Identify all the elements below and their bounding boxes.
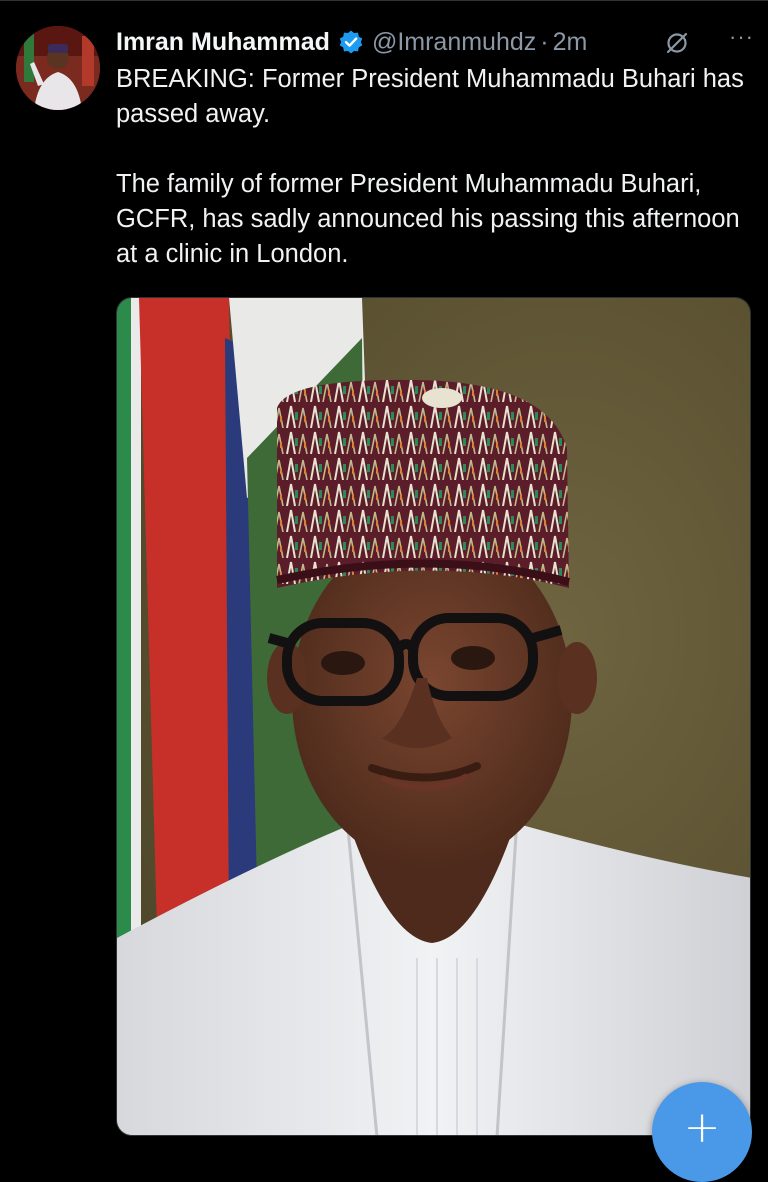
compose-button[interactable]: +: [652, 1082, 752, 1182]
grok-icon[interactable]: [664, 30, 690, 56]
separator-dot: ·: [540, 27, 549, 56]
avatar[interactable]: [16, 26, 100, 110]
author-handle[interactable]: @Imranmuhdz: [372, 28, 536, 57]
post-paragraph: The family of former President Muhammadu…: [116, 170, 740, 268]
post-image[interactable]: [116, 297, 751, 1136]
post[interactable]: Imran Muhammad @Imranmuhdz · 2m ··· BREA…: [0, 0, 768, 1146]
post-timestamp[interactable]: 2m: [553, 28, 588, 57]
author-name[interactable]: Imran Muhammad: [116, 28, 330, 57]
post-paragraph: BREAKING: Former President Muhammadu Buh…: [116, 65, 744, 128]
post-text: BREAKING: Former President Muhammadu Buh…: [116, 62, 746, 272]
compose-plus-icon: +: [683, 1102, 721, 1153]
verified-badge-icon: [338, 29, 364, 55]
more-icon[interactable]: ···: [729, 24, 754, 50]
divider: [0, 0, 768, 1]
portrait-photo: [117, 298, 750, 1135]
post-header: Imran Muhammad @Imranmuhdz · 2m ···: [116, 24, 754, 60]
